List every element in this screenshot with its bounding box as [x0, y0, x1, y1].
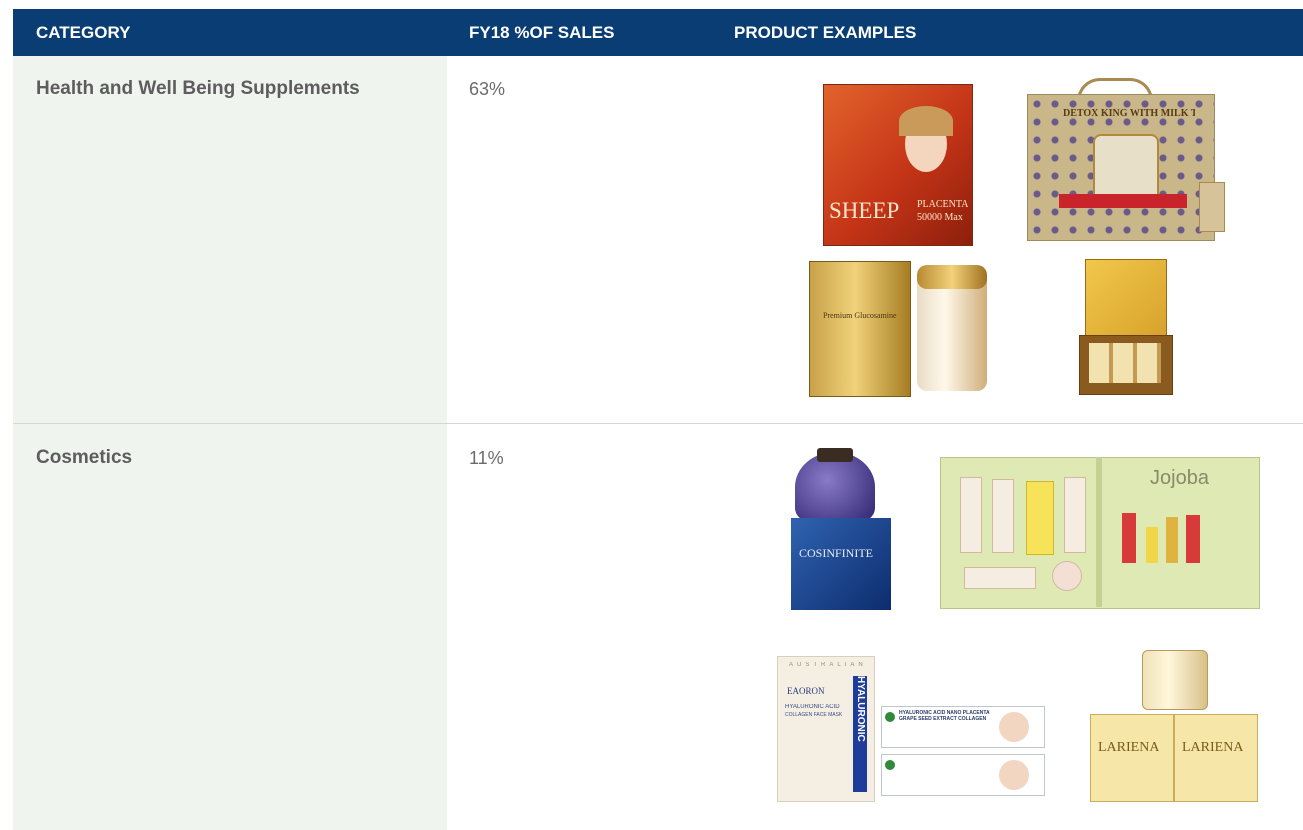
- category-cell-bg: [13, 56, 447, 423]
- product-line: COLLAGEN FACE MASK: [785, 712, 843, 718]
- product-line: GRAPE SEED EXTRACT COLLAGEN: [899, 716, 987, 722]
- sales-percent: 63%: [469, 79, 506, 99]
- product-detox-king: DETOX KING WITH MILK THISTLE 38000mg: [1007, 78, 1245, 243]
- product-title: Jojoba: [1150, 467, 1209, 489]
- product-sheep-placenta: SHEEP PLACENTA 50000 Max: [787, 78, 987, 248]
- product-title: LARIENA: [1098, 740, 1160, 755]
- category-label: Cosmetics: [36, 447, 133, 468]
- category-label: Health and Well Being Supplements: [36, 78, 360, 99]
- product-title: LARIENA: [1182, 740, 1244, 755]
- product-eaoron-mask: AUSTRALIAN EAORON HYALURONIC ACID COLLAG…: [765, 652, 877, 802]
- row-divider: [13, 423, 1303, 424]
- product-lariena: LARIENA LARIENA: [1090, 648, 1260, 804]
- product-title: SHEEP: [829, 198, 900, 223]
- product-gift-box: [1077, 255, 1173, 401]
- product-side-label: HYALURONIC: [855, 676, 866, 742]
- header-category: CATEGORY: [36, 23, 131, 42]
- product-cosinfinite: COSINFINITE: [771, 448, 899, 614]
- table-header: CATEGORY FY18 %OF SALES PRODUCT EXAMPLES: [13, 9, 1303, 56]
- product-premium-glucosamine: Premium Glucosamine: [793, 255, 998, 401]
- header-examples: PRODUCT EXAMPLES: [734, 23, 917, 42]
- product-brand: EAORON: [787, 686, 825, 696]
- sales-percent: 11%: [469, 448, 504, 468]
- product-title: DETOX KING WITH MILK THISTLE 38000mg: [1063, 108, 1195, 119]
- product-title: COSINFINITE: [799, 546, 873, 560]
- product-line: HYALURONIC ACID: [785, 704, 840, 710]
- product-subtitle: PLACENTA: [917, 199, 969, 210]
- product-jojoba-kit: Jojoba: [940, 457, 1260, 609]
- header-sales: FY18 %OF SALES: [469, 23, 615, 42]
- product-subtitle: 50000 Max: [917, 212, 963, 223]
- category-cell-bg: [13, 424, 447, 830]
- product-header: AUSTRALIAN: [789, 662, 867, 668]
- product-ha-placenta: HYALURONIC ACID NANO PLACENTA GRAPE SEED…: [881, 704, 1046, 800]
- product-title: Premium Glucosamine: [823, 311, 897, 320]
